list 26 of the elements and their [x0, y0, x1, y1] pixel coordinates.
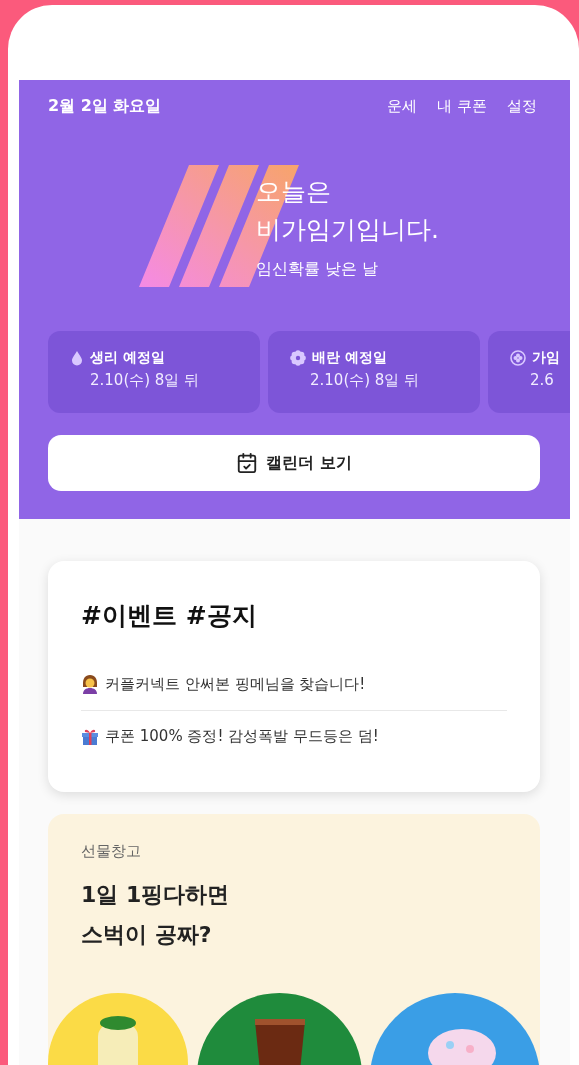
woman-icon	[81, 674, 99, 694]
drop-icon	[70, 350, 84, 366]
notice-item[interactable]: 커플커넥트 안써본 핑메님을 찾습니다!	[81, 658, 507, 710]
hero-subtitle: 임신확률 낮은 날	[256, 258, 380, 280]
card-value: 2.10(수) 8일 뒤	[310, 371, 421, 390]
flower-icon	[290, 350, 306, 366]
clover-icon	[510, 350, 526, 366]
cycle-card[interactable]: 가임 2.6	[488, 331, 570, 413]
nav-link[interactable]: 내 쿠폰	[437, 97, 487, 116]
gift-title: 1일 1핑다하면 스벅이 공짜?	[81, 881, 231, 949]
nav-link[interactable]: 운세	[387, 97, 418, 116]
gift-icon	[81, 727, 99, 746]
card-label: 생리 예정일	[90, 349, 165, 367]
card-value: 2.10(수) 8일 뒤	[90, 371, 201, 390]
card-label: 배란 예정일	[312, 349, 387, 367]
calendar-icon	[236, 452, 259, 474]
notice-item[interactable]: 쿠폰 100% 증정! 감성폭발 무드등은 덤!	[81, 710, 507, 762]
cycle-card[interactable]: 생리 예정일 2.10(수) 8일 뒤	[48, 331, 260, 413]
card-value: 2.6	[530, 371, 555, 389]
calendar-button[interactable]: 캘린더 보기	[48, 435, 540, 491]
card-label: 가임	[532, 349, 560, 367]
cycle-card[interactable]: 배란 예정일 2.10(수) 8일 뒤	[268, 331, 480, 413]
date-text: 2월 2일 화요일	[48, 96, 162, 117]
nav-link[interactable]: 설정	[507, 97, 537, 116]
gift-label: 선물창고	[81, 842, 142, 861]
notice-title: #이벤트 #공지	[81, 600, 258, 632]
